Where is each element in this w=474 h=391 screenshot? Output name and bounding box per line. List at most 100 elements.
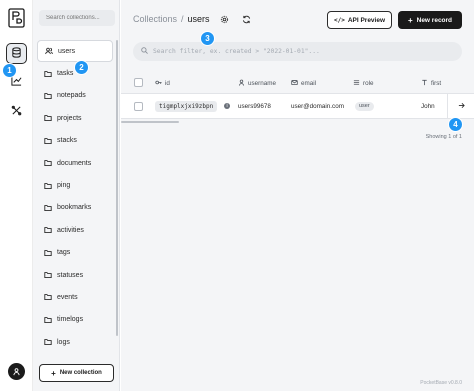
folder-icon — [44, 316, 57, 324]
breadcrumb-root[interactable]: Collections — [133, 14, 177, 24]
sidebar-item-label: projects — [57, 114, 82, 122]
api-preview-button[interactable]: </> API Preview — [327, 11, 392, 29]
records-count: Showing 1 of 1 — [425, 134, 462, 140]
search-filter-input[interactable]: Search filter, ex. created > "2022-01-01… — [133, 42, 462, 61]
cell-role: user — [355, 102, 374, 111]
column-header-label: id — [165, 80, 170, 87]
sidebar-item-bookmarks[interactable]: bookmarks — [37, 197, 113, 219]
table-row[interactable]: tigmplxjxi9zbpn i users99678 user@domain… — [121, 94, 474, 119]
collections-nav-button[interactable] — [6, 43, 27, 64]
sidebar-item-stacks[interactable]: stacks — [37, 130, 113, 152]
sidebar-scrollbar[interactable] — [116, 40, 118, 336]
folder-icon — [44, 249, 57, 257]
step-marker: 4 — [448, 117, 463, 132]
tools-icon — [11, 105, 22, 118]
list-icon — [353, 79, 363, 88]
new-record-label: New record — [416, 16, 453, 24]
gear-icon — [220, 15, 229, 26]
column-header-role[interactable]: role — [353, 79, 374, 88]
search-icon — [141, 47, 153, 56]
left-rail — [0, 0, 33, 391]
sidebar-item-label: tasks — [57, 70, 74, 78]
table-header: id username email role first — [121, 72, 474, 94]
folder-icon — [44, 293, 57, 301]
sidebar-item-label: activities — [57, 226, 84, 234]
column-header-id[interactable]: id — [155, 79, 170, 88]
column-header-label: role — [363, 80, 374, 87]
refresh-button[interactable] — [240, 14, 252, 26]
column-header-email[interactable]: email — [291, 79, 316, 88]
sidebar-item-users[interactable]: users — [37, 40, 113, 63]
new-collection-label: New collection — [59, 370, 102, 376]
user-icon — [238, 79, 248, 88]
sidebar-item-label: events — [57, 293, 78, 301]
avatar[interactable] — [8, 363, 25, 380]
breadcrumb: Collections / users — [133, 14, 210, 24]
sidebar-item-timelogs[interactable]: timelogs — [37, 309, 113, 331]
text-icon — [421, 79, 431, 88]
collections-list: users tasks notepads projects stacks document… — [37, 40, 113, 353]
plus-icon: + — [407, 15, 413, 25]
info-icon[interactable]: i — [224, 103, 230, 109]
sidebar-item-statuses[interactable]: statuses — [37, 264, 113, 286]
arrow-right-icon — [458, 102, 465, 111]
sidebar-item-projects[interactable]: projects — [37, 107, 113, 129]
folder-icon — [44, 226, 57, 234]
sidebar-item-documents[interactable]: documents — [37, 152, 113, 174]
search-collections-input[interactable] — [39, 10, 115, 26]
settings-nav-button[interactable] — [6, 101, 27, 122]
version-footer: PocketBase v0.8.0 — [420, 380, 462, 386]
column-header-label: email — [301, 80, 317, 87]
folder-icon — [44, 114, 57, 122]
new-collection-button[interactable]: + New collection — [39, 364, 114, 382]
users-icon — [45, 47, 58, 55]
code-icon: </> — [333, 16, 345, 24]
folder-icon — [44, 70, 57, 78]
mail-icon — [291, 79, 301, 88]
record-id[interactable]: tigmplxjxi9zbpn — [155, 101, 218, 112]
sidebar-item-label: ping — [57, 182, 71, 190]
sidebar-item-label: users — [58, 47, 76, 55]
sidebar-item-label: logs — [57, 338, 70, 346]
sidebar-item-label: timelogs — [57, 316, 84, 324]
folder-icon — [44, 159, 57, 167]
cell-username: users99678 — [238, 103, 271, 110]
sidebar-item-events[interactable]: events — [37, 286, 113, 308]
pocketbase-logo[interactable] — [8, 8, 25, 28]
column-header-first[interactable]: first — [421, 79, 441, 88]
sidebar-item-label: notepads — [57, 92, 86, 100]
sidebar-item-label: documents — [57, 159, 92, 167]
breadcrumb-current: users — [187, 14, 210, 24]
collection-settings-button[interactable] — [218, 14, 230, 26]
select-all-checkbox[interactable] — [134, 78, 143, 87]
sidebar-item-activities[interactable]: activities — [37, 219, 113, 241]
collections-sidebar: users tasks notepads projects stacks document… — [33, 0, 120, 391]
row-checkbox[interactable] — [134, 102, 143, 111]
sidebar-item-label: stacks — [57, 137, 77, 145]
main-panel: Collections / users </> API Preview + New … — [121, 0, 474, 391]
column-header-username[interactable]: username — [238, 79, 276, 88]
column-header-label: first — [431, 80, 442, 87]
new-record-button[interactable]: + New record — [398, 11, 462, 29]
folder-icon — [44, 92, 57, 100]
plus-icon: + — [51, 368, 56, 378]
key-icon — [155, 79, 165, 88]
sidebar-item-label: tags — [57, 249, 71, 257]
folder-icon — [44, 204, 57, 212]
sidebar-item-tags[interactable]: tags — [37, 242, 113, 264]
sidebar-item-logs[interactable]: logs — [37, 331, 113, 353]
sidebar-item-notepads[interactable]: notepads — [37, 85, 113, 107]
api-preview-label: API Preview — [347, 16, 386, 24]
sidebar-item-label: statuses — [57, 271, 84, 279]
step-marker: 3 — [200, 31, 215, 46]
search-filter-placeholder: Search filter, ex. created > "2022-01-01… — [153, 48, 320, 55]
breadcrumb-separator: / — [181, 14, 184, 24]
sidebar-item-label: bookmarks — [57, 204, 92, 212]
table-horizontal-scrollbar[interactable] — [121, 121, 179, 123]
folder-icon — [44, 182, 57, 190]
folder-icon — [44, 137, 57, 145]
sidebar-item-ping[interactable]: ping — [37, 174, 113, 196]
open-record-button[interactable] — [447, 94, 474, 119]
folder-icon — [44, 271, 57, 279]
column-header-label: username — [248, 80, 277, 87]
